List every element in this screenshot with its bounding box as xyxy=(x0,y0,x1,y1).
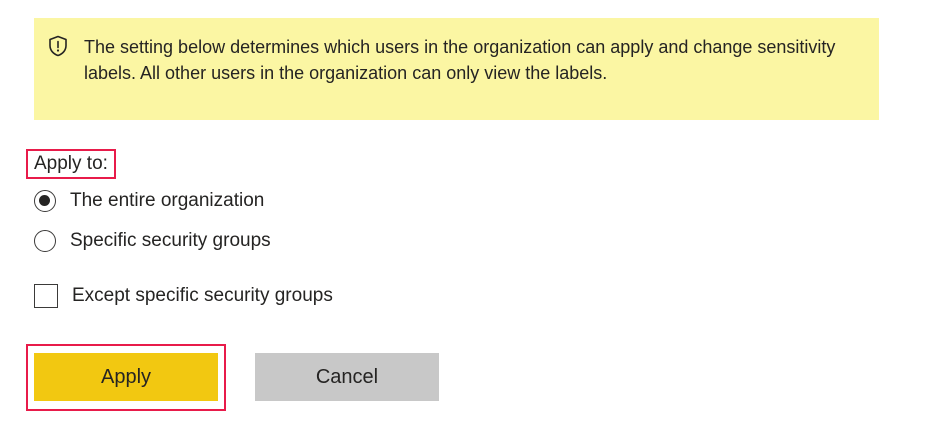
shield-icon xyxy=(48,35,68,57)
cancel-button[interactable]: Cancel xyxy=(255,353,439,401)
radio-label-specific-security-groups: Specific security groups xyxy=(70,230,271,251)
radio-button-unselected[interactable] xyxy=(34,230,56,252)
info-banner-text: The setting below determines which users… xyxy=(84,37,836,83)
radio-entire-organization[interactable]: The entire organization xyxy=(34,188,264,214)
checkbox-except-security-groups[interactable]: Except specific security groups xyxy=(34,283,333,309)
apply-button[interactable]: Apply xyxy=(34,353,218,401)
info-banner: The setting below determines which users… xyxy=(34,18,879,120)
apply-to-heading: Apply to: xyxy=(26,149,116,179)
checkbox-label-except-security-groups: Except specific security groups xyxy=(72,285,333,306)
radio-specific-security-groups[interactable]: Specific security groups xyxy=(34,228,271,254)
checkbox[interactable] xyxy=(34,284,58,308)
radio-label-entire-organization: The entire organization xyxy=(70,190,265,211)
radio-button-selected[interactable] xyxy=(34,190,56,212)
